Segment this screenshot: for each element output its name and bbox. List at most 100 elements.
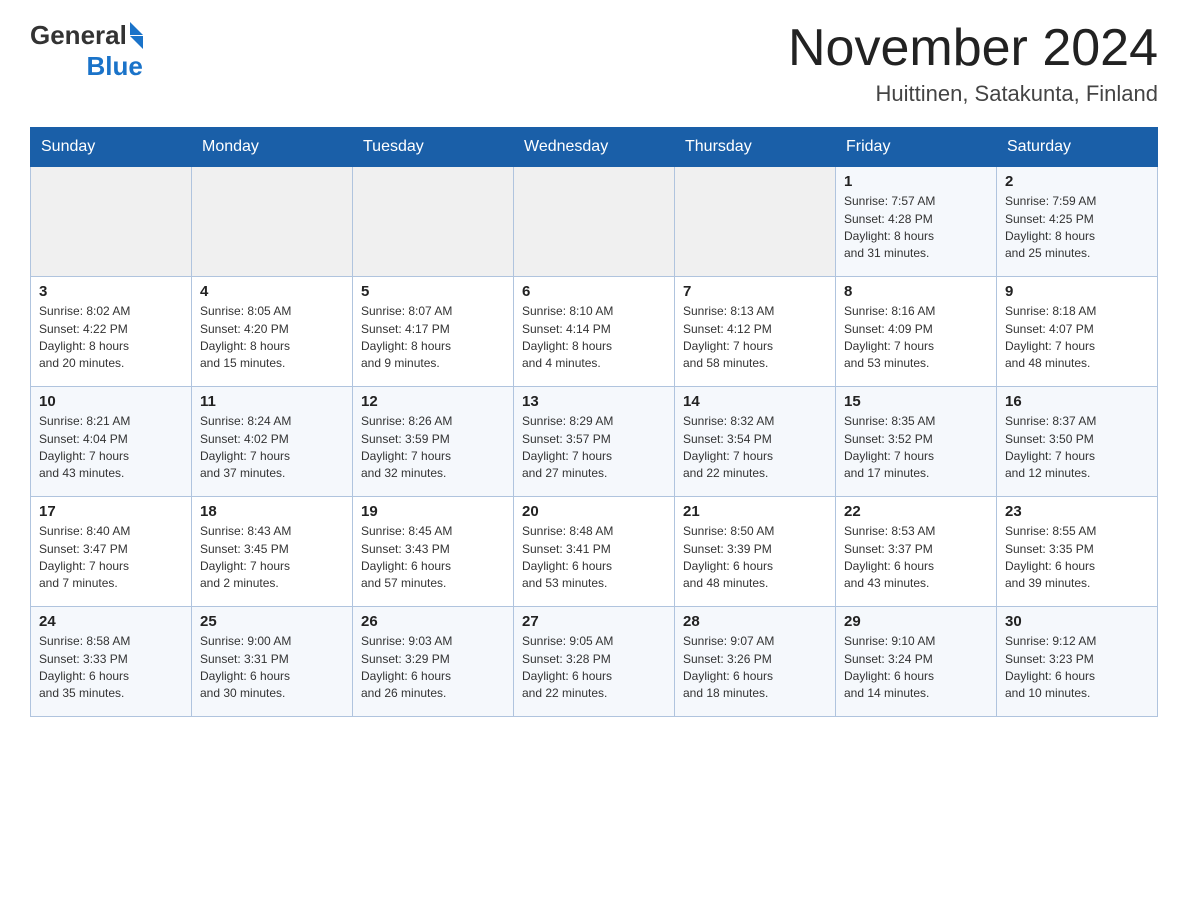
- day-info: Sunrise: 8:43 AM Sunset: 3:45 PM Dayligh…: [200, 523, 344, 593]
- location-subtitle: Huittinen, Satakunta, Finland: [788, 81, 1158, 107]
- day-number: 27: [522, 613, 666, 630]
- calendar-cell: 20 Sunrise: 8:48 AM Sunset: 3:41 PM Dayli…: [514, 497, 675, 607]
- day-number: 28: [683, 613, 827, 630]
- logo-mark: General Blue: [30, 20, 143, 82]
- day-info: Sunrise: 8:48 AM Sunset: 3:41 PM Dayligh…: [522, 523, 666, 593]
- weekday-header-friday: Friday: [836, 128, 997, 167]
- month-title: November 2024: [788, 20, 1158, 77]
- calendar-cell: 26 Sunrise: 9:03 AM Sunset: 3:29 PM Dayli…: [353, 607, 514, 717]
- calendar-cell: 2 Sunrise: 7:59 AM Sunset: 4:25 PM Daylig…: [997, 167, 1158, 277]
- day-number: 20: [522, 503, 666, 520]
- calendar-cell: 3 Sunrise: 8:02 AM Sunset: 4:22 PM Daylig…: [31, 277, 192, 387]
- day-number: 7: [683, 283, 827, 300]
- calendar-cell: 19 Sunrise: 8:45 AM Sunset: 3:43 PM Dayli…: [353, 497, 514, 607]
- calendar-cell: 29 Sunrise: 9:10 AM Sunset: 3:24 PM Dayli…: [836, 607, 997, 717]
- day-number: 10: [39, 393, 183, 410]
- calendar-cell: 17Sunrise: 8:40 AM Sunset: 3:47 PM Dayli…: [31, 497, 192, 607]
- day-info: Sunrise: 8:21 AM Sunset: 4:04 PM Dayligh…: [39, 413, 183, 483]
- day-info: Sunrise: 9:00 AM Sunset: 3:31 PM Dayligh…: [200, 633, 344, 703]
- day-number: 4: [200, 283, 344, 300]
- day-info: Sunrise: 8:26 AM Sunset: 3:59 PM Dayligh…: [361, 413, 505, 483]
- day-info: Sunrise: 8:13 AM Sunset: 4:12 PM Dayligh…: [683, 303, 827, 373]
- day-number: 13: [522, 393, 666, 410]
- day-info: Sunrise: 8:32 AM Sunset: 3:54 PM Dayligh…: [683, 413, 827, 483]
- calendar-cell: 21 Sunrise: 8:50 AM Sunset: 3:39 PM Dayli…: [675, 497, 836, 607]
- day-number: 16: [1005, 393, 1149, 410]
- calendar-cell: 11Sunrise: 8:24 AM Sunset: 4:02 PM Dayli…: [192, 387, 353, 497]
- calendar-cell: 5 Sunrise: 8:07 AM Sunset: 4:17 PM Daylig…: [353, 277, 514, 387]
- day-info: Sunrise: 8:58 AM Sunset: 3:33 PM Dayligh…: [39, 633, 183, 703]
- day-number: 3: [39, 283, 183, 300]
- weekday-header-monday: Monday: [192, 128, 353, 167]
- calendar-cell: 16 Sunrise: 8:37 AM Sunset: 3:50 PM Dayli…: [997, 387, 1158, 497]
- calendar-week-row: 1 Sunrise: 7:57 AM Sunset: 4:28 PM Daylig…: [31, 167, 1158, 277]
- calendar-cell: 6Sunrise: 8:10 AM Sunset: 4:14 PM Daylig…: [514, 277, 675, 387]
- day-info: Sunrise: 8:02 AM Sunset: 4:22 PM Dayligh…: [39, 303, 183, 373]
- calendar-cell: 23 Sunrise: 8:55 AM Sunset: 3:35 PM Dayli…: [997, 497, 1158, 607]
- calendar-cell: 28 Sunrise: 9:07 AM Sunset: 3:26 PM Dayli…: [675, 607, 836, 717]
- calendar-week-row: 24 Sunrise: 8:58 AM Sunset: 3:33 PM Dayli…: [31, 607, 1158, 717]
- calendar-cell: 14Sunrise: 8:32 AM Sunset: 3:54 PM Dayli…: [675, 387, 836, 497]
- calendar-cell: [514, 167, 675, 277]
- calendar-cell: [31, 167, 192, 277]
- calendar-week-row: 3 Sunrise: 8:02 AM Sunset: 4:22 PM Daylig…: [31, 277, 1158, 387]
- calendar-cell: [675, 167, 836, 277]
- day-number: 30: [1005, 613, 1149, 630]
- day-number: 6: [522, 283, 666, 300]
- day-number: 15: [844, 393, 988, 410]
- calendar-cell: 18 Sunrise: 8:43 AM Sunset: 3:45 PM Dayli…: [192, 497, 353, 607]
- day-info: Sunrise: 9:07 AM Sunset: 3:26 PM Dayligh…: [683, 633, 827, 703]
- page-header: General Blue November 2024 Huittinen, Sa…: [30, 20, 1158, 107]
- day-number: 2: [1005, 173, 1149, 190]
- calendar-cell: 25 Sunrise: 9:00 AM Sunset: 3:31 PM Dayli…: [192, 607, 353, 717]
- calendar-week-row: 17Sunrise: 8:40 AM Sunset: 3:47 PM Dayli…: [31, 497, 1158, 607]
- day-info: Sunrise: 8:45 AM Sunset: 3:43 PM Dayligh…: [361, 523, 505, 593]
- day-number: 25: [200, 613, 344, 630]
- weekday-header-tuesday: Tuesday: [353, 128, 514, 167]
- logo-triangle-bottom: [130, 36, 143, 49]
- calendar-cell: 7 Sunrise: 8:13 AM Sunset: 4:12 PM Daylig…: [675, 277, 836, 387]
- calendar-week-row: 10 Sunrise: 8:21 AM Sunset: 4:04 PM Dayli…: [31, 387, 1158, 497]
- logo-blue-text: Blue: [86, 51, 142, 81]
- calendar-cell: 9Sunrise: 8:18 AM Sunset: 4:07 PM Daylig…: [997, 277, 1158, 387]
- calendar-table: SundayMondayTuesdayWednesdayThursdayFrid…: [30, 127, 1158, 717]
- day-info: Sunrise: 8:35 AM Sunset: 3:52 PM Dayligh…: [844, 413, 988, 483]
- day-info: Sunrise: 9:10 AM Sunset: 3:24 PM Dayligh…: [844, 633, 988, 703]
- title-area: November 2024 Huittinen, Satakunta, Finl…: [788, 20, 1158, 107]
- weekday-header-saturday: Saturday: [997, 128, 1158, 167]
- day-info: Sunrise: 9:05 AM Sunset: 3:28 PM Dayligh…: [522, 633, 666, 703]
- day-number: 23: [1005, 503, 1149, 520]
- day-number: 22: [844, 503, 988, 520]
- day-info: Sunrise: 7:57 AM Sunset: 4:28 PM Dayligh…: [844, 193, 988, 263]
- calendar-cell: 4 Sunrise: 8:05 AM Sunset: 4:20 PM Daylig…: [192, 277, 353, 387]
- day-number: 5: [361, 283, 505, 300]
- day-info: Sunrise: 8:50 AM Sunset: 3:39 PM Dayligh…: [683, 523, 827, 593]
- day-info: Sunrise: 9:12 AM Sunset: 3:23 PM Dayligh…: [1005, 633, 1149, 703]
- calendar-cell: 27 Sunrise: 9:05 AM Sunset: 3:28 PM Dayli…: [514, 607, 675, 717]
- calendar-cell: 10 Sunrise: 8:21 AM Sunset: 4:04 PM Dayli…: [31, 387, 192, 497]
- calendar-cell: 30 Sunrise: 9:12 AM Sunset: 3:23 PM Dayli…: [997, 607, 1158, 717]
- logo: General Blue: [30, 20, 143, 82]
- calendar-cell: [353, 167, 514, 277]
- day-number: 11: [200, 393, 344, 410]
- day-number: 17: [39, 503, 183, 520]
- weekday-header-row: SundayMondayTuesdayWednesdayThursdayFrid…: [31, 128, 1158, 167]
- day-number: 24: [39, 613, 183, 630]
- day-info: Sunrise: 8:29 AM Sunset: 3:57 PM Dayligh…: [522, 413, 666, 483]
- day-number: 29: [844, 613, 988, 630]
- day-number: 18: [200, 503, 344, 520]
- day-info: Sunrise: 8:07 AM Sunset: 4:17 PM Dayligh…: [361, 303, 505, 373]
- weekday-header-wednesday: Wednesday: [514, 128, 675, 167]
- day-info: Sunrise: 9:03 AM Sunset: 3:29 PM Dayligh…: [361, 633, 505, 703]
- day-number: 19: [361, 503, 505, 520]
- day-number: 26: [361, 613, 505, 630]
- calendar-cell: 15 Sunrise: 8:35 AM Sunset: 3:52 PM Dayli…: [836, 387, 997, 497]
- day-number: 21: [683, 503, 827, 520]
- day-info: Sunrise: 8:05 AM Sunset: 4:20 PM Dayligh…: [200, 303, 344, 373]
- day-number: 1: [844, 173, 988, 190]
- day-info: Sunrise: 7:59 AM Sunset: 4:25 PM Dayligh…: [1005, 193, 1149, 263]
- calendar-cell: 1 Sunrise: 7:57 AM Sunset: 4:28 PM Daylig…: [836, 167, 997, 277]
- day-info: Sunrise: 8:37 AM Sunset: 3:50 PM Dayligh…: [1005, 413, 1149, 483]
- day-info: Sunrise: 8:18 AM Sunset: 4:07 PM Dayligh…: [1005, 303, 1149, 373]
- day-info: Sunrise: 8:55 AM Sunset: 3:35 PM Dayligh…: [1005, 523, 1149, 593]
